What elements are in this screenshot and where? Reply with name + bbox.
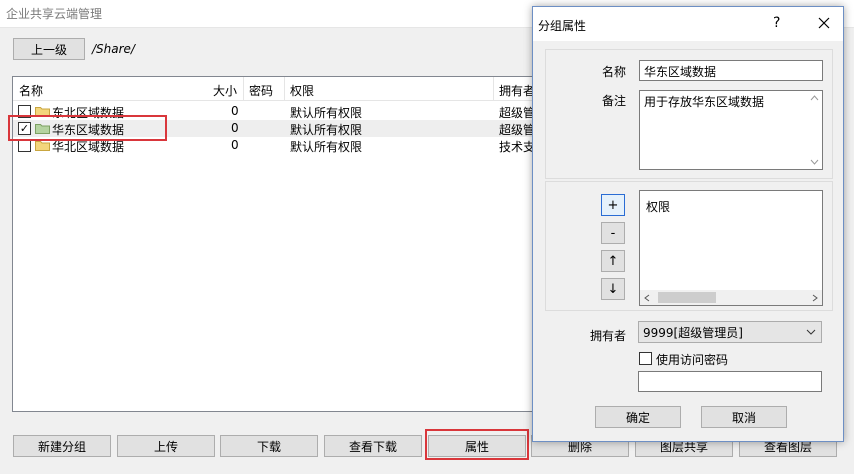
dialog-title-bar: 分组属性 ? (533, 7, 843, 41)
row-owner: 超级管 (499, 123, 536, 137)
column-separator[interactable] (493, 77, 494, 101)
chevron-down-icon (806, 329, 816, 335)
column-header-password[interactable]: 密码 (249, 82, 273, 99)
name-input[interactable]: 华东区域数据 (639, 60, 823, 81)
row-permission: 默认所有权限 (290, 140, 363, 154)
current-path: /Share/ (92, 42, 135, 56)
folder-icon (35, 124, 50, 134)
row-size: 0 (231, 138, 239, 152)
permission-list-header: 权限 (646, 200, 671, 214)
row-name: 华北区域数据 (52, 140, 125, 154)
column-header-permission[interactable]: 权限 (290, 82, 314, 99)
scroll-up-icon[interactable] (810, 95, 819, 101)
owner-label: 拥有者 (590, 329, 627, 343)
permission-list[interactable]: 权限 (639, 190, 823, 306)
folder-icon (35, 141, 50, 151)
scrollbar-thumb[interactable] (658, 292, 716, 303)
add-permission-button[interactable]: + (601, 194, 625, 216)
row-owner: 超级管 (499, 106, 536, 120)
ok-button[interactable]: 确定 (595, 406, 681, 428)
column-header-owner[interactable]: 拥有者 (499, 82, 535, 99)
column-separator[interactable] (243, 77, 244, 101)
horizontal-scrollbar[interactable] (640, 290, 822, 305)
use-password-checkbox[interactable] (639, 352, 652, 365)
note-textarea[interactable]: 用于存放华东区域数据 (639, 90, 823, 170)
row-checkbox[interactable] (18, 139, 31, 152)
note-label: 备注 (602, 94, 627, 108)
list-header: 名称 大小 密码 权限 拥有者 (13, 77, 541, 101)
group-properties-dialog: 分组属性 ? 名称 华东区域数据 备注 用于存放华东区域数据 + - ↑ ↓ 权… (532, 6, 844, 442)
scroll-right-icon[interactable] (812, 294, 818, 302)
file-list: 名称 大小 密码 权限 拥有者 东北区域数据 0 默认所有权限 超级管 ✓ 华东… (12, 76, 542, 412)
list-item[interactable]: ✓ 华东区域数据 0 默认所有权限 超级管 (13, 120, 541, 137)
row-name: 华东区域数据 (52, 123, 125, 137)
basic-info-group: 名称 华东区域数据 备注 用于存放华东区域数据 (545, 49, 833, 179)
permission-group: + - ↑ ↓ 权限 (545, 181, 833, 311)
help-button[interactable]: ? (773, 15, 780, 31)
list-item[interactable]: 东北区域数据 0 默认所有权限 超级管 (13, 103, 541, 120)
list-item[interactable]: 华北区域数据 0 默认所有权限 技术支 (13, 137, 541, 154)
note-text: 用于存放华东区域数据 (644, 95, 765, 109)
close-icon[interactable] (816, 15, 832, 31)
row-checkbox[interactable] (18, 105, 31, 118)
use-password-label: 使用访问密码 (656, 353, 729, 367)
properties-button[interactable]: 属性 (428, 435, 526, 457)
row-owner: 技术支 (499, 140, 536, 154)
row-permission: 默认所有权限 (290, 123, 363, 137)
cancel-button[interactable]: 取消 (701, 406, 787, 428)
row-name: 东北区域数据 (52, 106, 125, 120)
column-header-size[interactable]: 大小 (213, 82, 237, 99)
scroll-left-icon[interactable] (644, 294, 650, 302)
move-down-button[interactable]: ↓ (601, 278, 625, 300)
move-up-button[interactable]: ↑ (601, 250, 625, 272)
remove-permission-button[interactable]: - (601, 222, 625, 244)
view-downloads-button[interactable]: 查看下载 (324, 435, 422, 457)
column-separator[interactable] (284, 77, 285, 101)
folder-icon (35, 107, 50, 117)
window-title: 企业共享云端管理 (6, 7, 103, 21)
owner-select[interactable]: 9999[超级管理员] (638, 321, 822, 343)
column-header-name[interactable]: 名称 (19, 82, 43, 99)
password-input[interactable] (638, 371, 822, 392)
row-permission: 默认所有权限 (290, 106, 363, 120)
dialog-title: 分组属性 (538, 19, 587, 33)
owner-selected-value: 9999[超级管理员] (643, 326, 743, 340)
new-group-button[interactable]: 新建分组 (13, 435, 111, 457)
scroll-down-icon[interactable] (810, 159, 819, 165)
row-size: 0 (231, 104, 239, 118)
row-checkbox[interactable]: ✓ (18, 122, 31, 135)
download-button[interactable]: 下载 (220, 435, 318, 457)
name-label: 名称 (602, 65, 627, 79)
upload-button[interactable]: 上传 (117, 435, 215, 457)
row-size: 0 (231, 121, 239, 135)
up-level-button[interactable]: 上一级 (13, 38, 85, 60)
